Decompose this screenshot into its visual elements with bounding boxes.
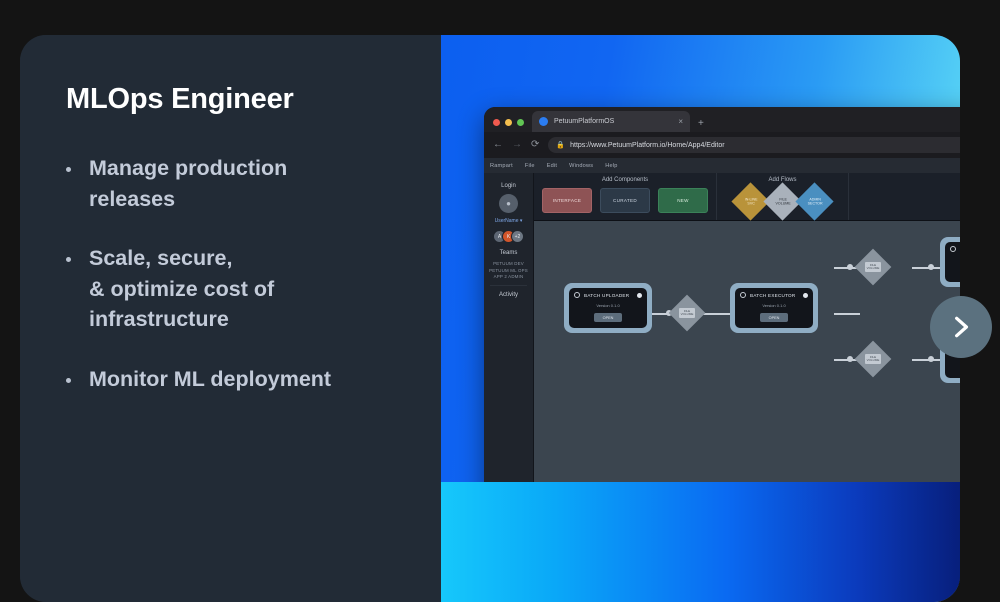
canvas-flow-node-label: FILE VOLUME (865, 262, 881, 272)
canvas-flow-node[interactable]: FILE VOLUME (854, 340, 892, 378)
product-screenshot-panel: PetuumPlatformOS × + ← → ⟳ 🔒 https://www… (441, 35, 960, 602)
browser-tab-bar: PetuumPlatformOS × + (484, 107, 960, 132)
status-ring-icon (574, 292, 580, 298)
reload-icon[interactable]: ⟳ (531, 140, 539, 150)
canvas-node[interactable]: BATCH EXECUTOR Version 0.1.0 OPEN (730, 283, 818, 333)
canvas-node-title: BATCH UPLOADER (584, 292, 630, 298)
menu-dot-icon[interactable] (803, 292, 808, 298)
add-flows-panel: Add Flows IN-LINE SVC FILE VOLUME ADMIN … (717, 173, 849, 221)
back-icon[interactable]: ← (493, 140, 503, 150)
wire (834, 313, 860, 315)
add-interface-button[interactable]: INTERFACE (542, 188, 592, 213)
bullet-dot-icon (66, 377, 71, 383)
bullet-text: Monitor ML deployment (89, 366, 332, 391)
canvas-node-version: Version 0.1.0 (596, 303, 620, 308)
menu-item-edit[interactable]: Edit (547, 163, 557, 169)
sidebar-username[interactable]: UserName ▾ (488, 218, 529, 224)
canvas-node-header: GENERIC SERVICE (950, 246, 960, 252)
component-chip-group: INTERFACE CURATED NEW (542, 188, 708, 213)
canvas-node-body: BATCH EXECUTOR Version 0.1.0 OPEN (735, 288, 813, 328)
forward-icon[interactable]: → (512, 140, 522, 150)
canvas-node-version: Version 0.1.0 (762, 303, 786, 308)
menu-item-help[interactable]: Help (605, 163, 617, 169)
canvas-flow-node[interactable]: FILE VOLUME (854, 248, 892, 286)
avatar[interactable]: ● (499, 194, 518, 213)
slide-stage: MLOps Engineer Manage production release… (0, 0, 1000, 602)
team-member-avatars[interactable]: A K +2 (488, 230, 529, 243)
page-title: MLOps Engineer (66, 83, 294, 115)
status-ring-icon (740, 292, 746, 298)
canvas-flow-node[interactable]: FILE VOLUME (668, 294, 706, 332)
menu-item-rampart[interactable]: Rampart (490, 163, 513, 169)
feature-card: MLOps Engineer Manage production release… (20, 35, 960, 602)
sidebar-item-team[interactable]: PETUUM ML OPS (488, 268, 529, 273)
node-port[interactable] (928, 264, 934, 270)
browser-tab[interactable]: PetuumPlatformOS × (532, 111, 690, 132)
add-components-panel: Add Components INTERFACE CURATED NEW (534, 173, 717, 220)
bullet-text: Scale, secure, & optimize cost of infras… (89, 246, 275, 332)
canvas-node[interactable]: GENERIC SERVICE Version 0.1.0 OPEN (940, 237, 960, 287)
canvas-flow-node-label: FILE VOLUME (679, 308, 695, 318)
wire (912, 267, 940, 269)
canvas-node-header: BATCH UPLOADER (574, 292, 642, 298)
sidebar-item-team[interactable]: PETUUM DEV (488, 261, 529, 266)
responsibility-list: Manage production releases Scale, secure… (66, 153, 407, 394)
menu-item-file[interactable]: File (525, 163, 535, 169)
favicon-icon (539, 117, 548, 126)
sidebar-activity-label[interactable]: Activity (488, 292, 529, 298)
add-components-title: Add Components (601, 177, 649, 183)
canvas-node-open-button[interactable]: OPEN (593, 313, 623, 322)
avatar: +2 (511, 230, 524, 243)
chevron-down-icon: ▾ (519, 218, 523, 224)
canvas-node[interactable]: BATCH UPLOADER Version 0.1.0 OPEN (564, 283, 652, 333)
node-port[interactable] (847, 264, 853, 270)
close-window-icon[interactable] (493, 119, 500, 126)
flow-chip-group: IN-LINE SVC FILE VOLUME ADMIN SECTOR (725, 182, 840, 221)
menu-item-windows[interactable]: Windows (569, 163, 593, 169)
canvas-node-body: BATCH UPLOADER Version 0.1.0 OPEN (569, 288, 647, 328)
new-tab-button[interactable]: + (690, 118, 712, 132)
left-text-panel: MLOps Engineer Manage production release… (20, 35, 441, 602)
maximize-window-icon[interactable] (517, 119, 524, 126)
wire (702, 313, 730, 315)
node-port[interactable] (847, 356, 853, 362)
toolbar-panels: Add Components INTERFACE CURATED NEW Add… (534, 173, 960, 221)
tab-title: PetuumPlatformOS (554, 118, 615, 125)
list-item: Scale, secure, & optimize cost of infras… (66, 243, 407, 335)
list-item: Manage production releases (66, 153, 407, 214)
browser-toolbar: ← → ⟳ 🔒 https://www.PetuumPlatform.io/Ho… (484, 132, 960, 158)
canvas-node-open-button[interactable]: OPEN (759, 313, 789, 322)
status-ring-icon (950, 246, 956, 252)
window-controls (491, 119, 532, 132)
minimize-window-icon[interactable] (505, 119, 512, 126)
list-item: Monitor ML deployment (66, 364, 407, 395)
add-curated-button[interactable]: CURATED (600, 188, 650, 213)
address-bar[interactable]: 🔒 https://www.PetuumPlatform.io/Home/App… (548, 137, 960, 153)
sidebar-item-team[interactable]: APP 2 ADMIN (488, 274, 529, 279)
lock-icon: 🔒 (556, 142, 566, 149)
bullet-text: Manage production releases (89, 156, 288, 211)
canvas-flow-node-label: FILE VOLUME (865, 354, 881, 364)
close-tab-icon[interactable]: × (678, 117, 683, 126)
bullet-dot-icon (66, 167, 71, 172)
bullet-dot-icon (66, 257, 71, 263)
divider (490, 285, 527, 286)
canvas-node-header: BATCH EXECUTOR (740, 292, 808, 298)
node-port[interactable] (928, 356, 934, 362)
sidebar-teams-label: Teams (499, 250, 518, 256)
menu-dot-icon[interactable] (637, 292, 642, 298)
sidebar-login-label: Login (501, 183, 516, 189)
add-new-button[interactable]: NEW (658, 188, 708, 213)
canvas-node-title: BATCH EXECUTOR (750, 292, 796, 298)
add-flow-admin-sector-button[interactable]: ADMIN SECTOR (795, 182, 834, 221)
wire (912, 359, 940, 361)
bottom-gradient (441, 482, 960, 602)
url-text: https://www.PetuumPlatform.io/Home/App4/… (570, 141, 725, 149)
canvas-node-body: GENERIC SERVICE Version 0.1.0 OPEN (945, 242, 960, 282)
app-menu-bar: Rampart File Edit Windows Help HOME COMP… (484, 158, 960, 173)
carousel-next-button[interactable] (930, 296, 992, 358)
chevron-right-icon (955, 316, 969, 338)
